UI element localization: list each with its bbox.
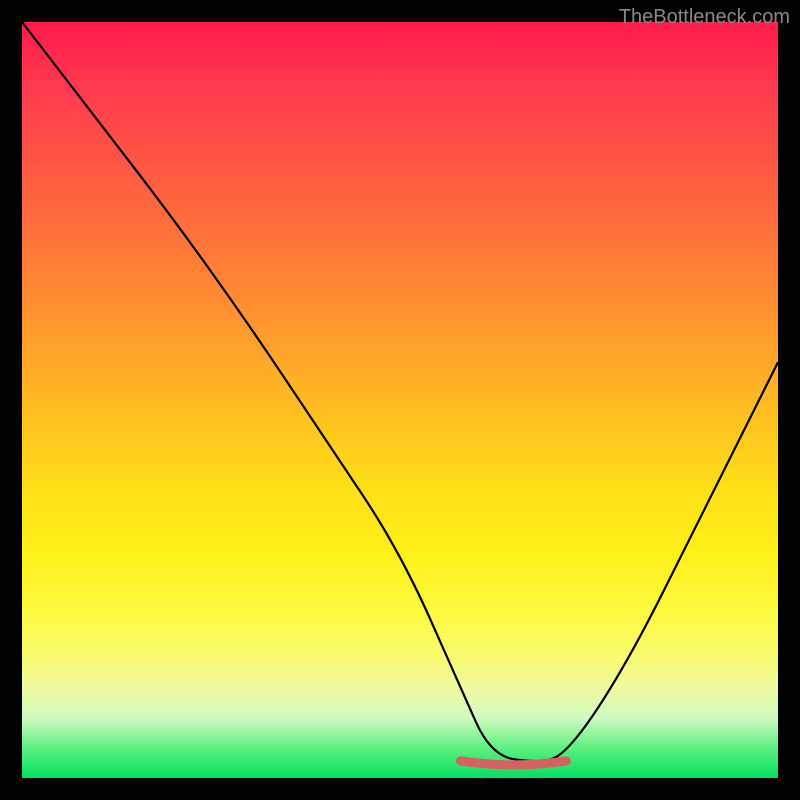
- chart-svg: [22, 22, 778, 778]
- plot-area: [22, 22, 778, 778]
- watermark-text: TheBottleneck.com: [619, 6, 790, 29]
- curve-line: [22, 22, 778, 761]
- bottleneck-marker: [460, 761, 566, 765]
